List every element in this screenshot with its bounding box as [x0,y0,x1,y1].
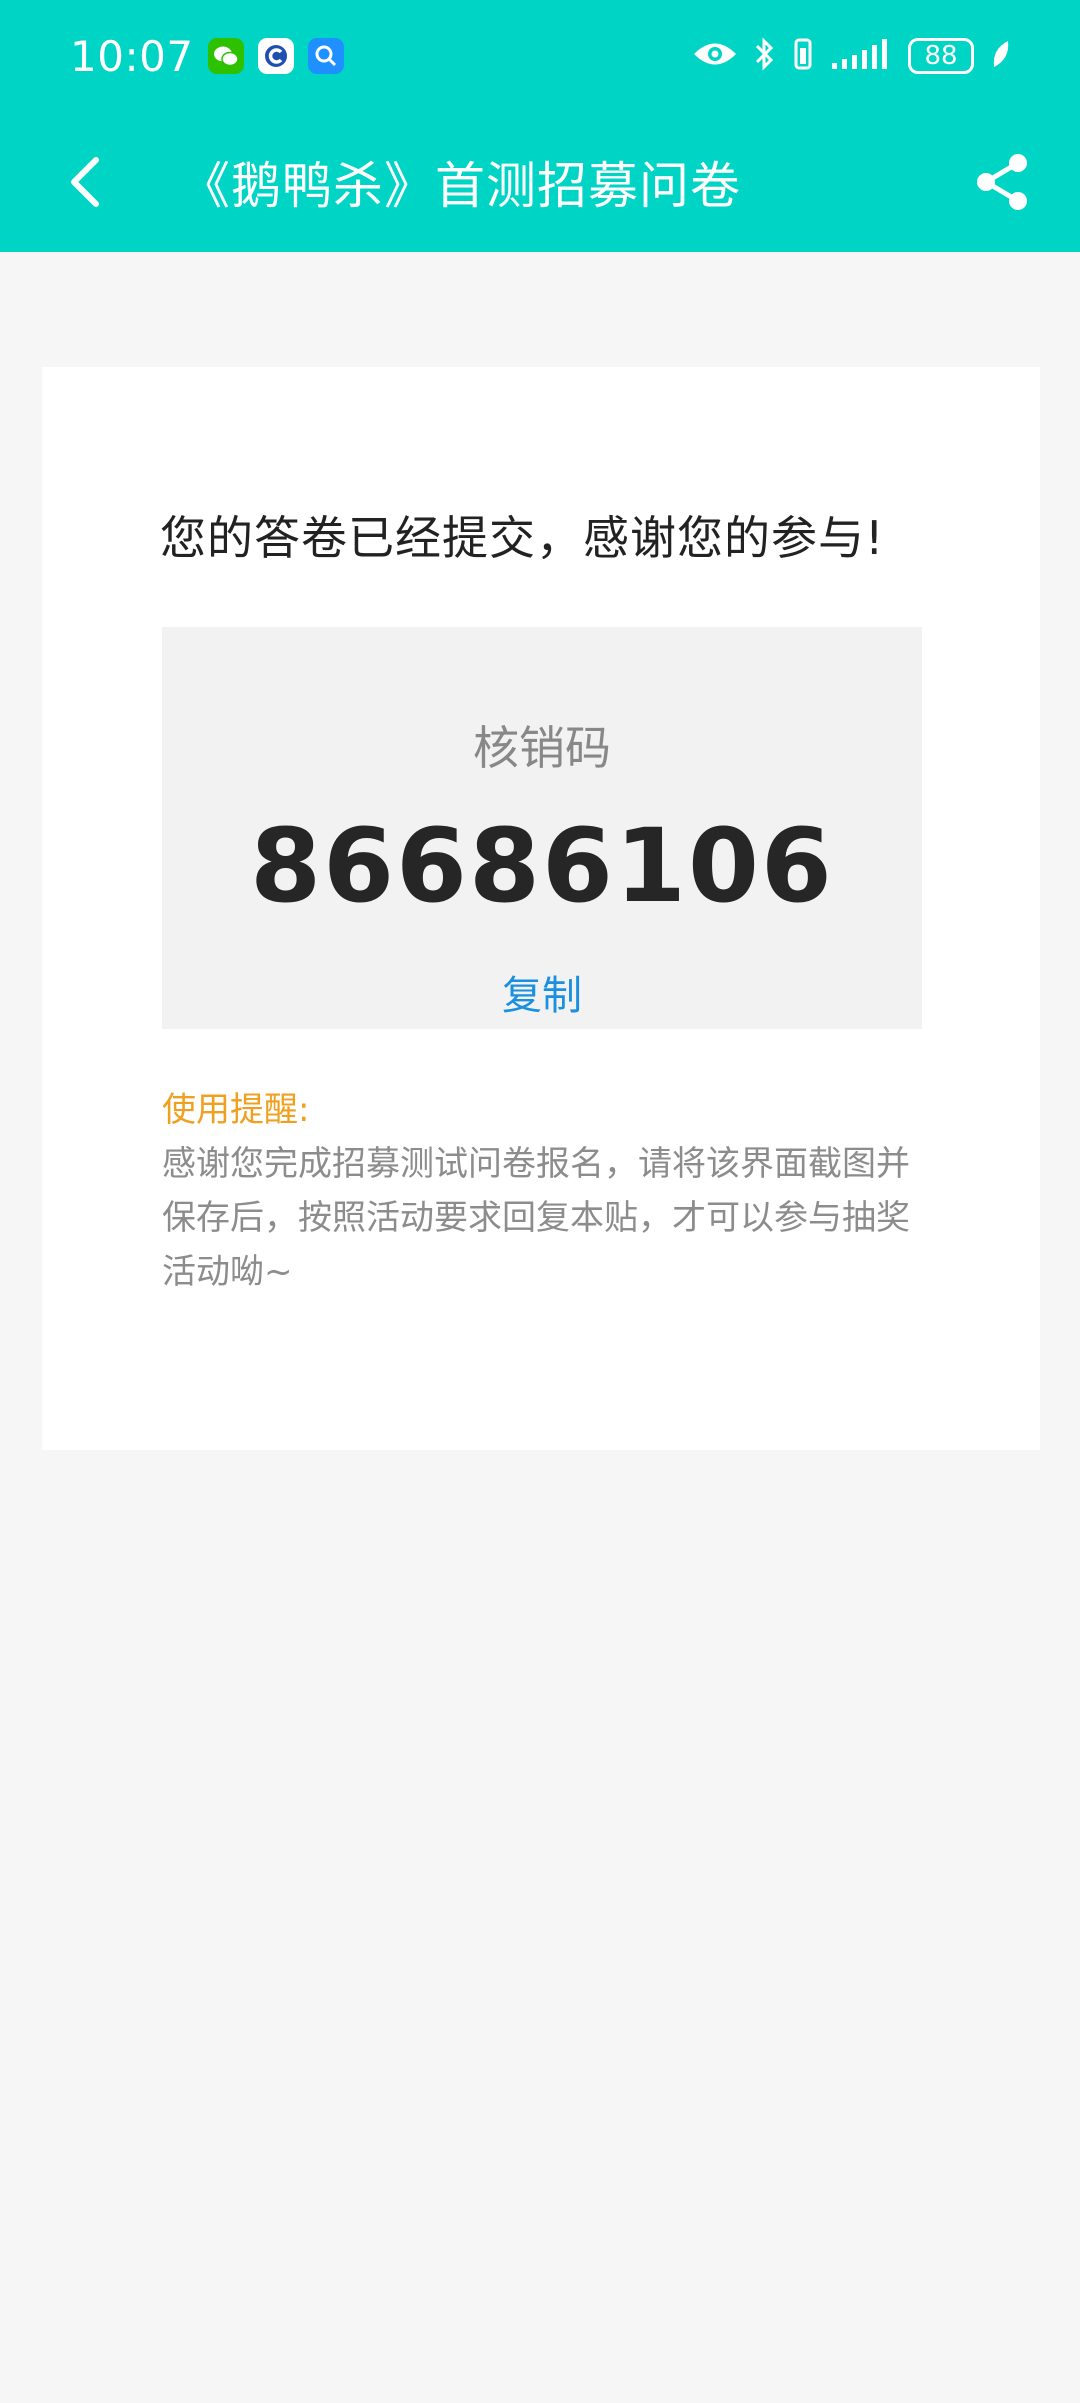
battery-level: 88 [924,41,958,71]
tip-title: 使用提醒: [162,1090,310,1130]
status-time: 10:07 [70,31,194,81]
chevron-left-icon [71,157,99,207]
battery-icon: 88 [908,38,974,74]
status-bar: 10:07 88 [0,0,1080,112]
redeem-code-value: 86686106 [250,807,834,926]
share-icon [977,154,1027,210]
eye-icon [692,39,738,73]
vibrate-icon [792,36,814,76]
back-button[interactable] [48,144,124,220]
bluetooth-icon [754,36,776,76]
share-button[interactable] [964,144,1040,220]
redeem-code-box: 核销码 86686106 复制 [162,627,922,1029]
signal-icon [830,37,892,75]
page-title: 《鹅鸭杀》首测招募问卷 [180,157,741,215]
result-card: 您的答卷已经提交，感谢您的参与! 核销码 86686106 复制 使用提醒: 感… [42,367,1040,1450]
status-left: 10:07 [70,32,344,81]
status-right: 88 [692,36,1010,76]
search-app-icon [307,38,344,74]
top-bar: 10:07 88 《鹅鸭杀》首测招募问卷 [0,0,1080,252]
wechat-icon [207,38,244,74]
submit-success-message: 您的答卷已经提交，感谢您的参与! [160,511,885,565]
title-bar: 《鹅鸭杀》首测招募问卷 [0,112,1080,252]
leaf-icon [990,39,1010,73]
copy-button[interactable]: 复制 [462,962,622,1022]
browser-icon [257,38,294,74]
redeem-code-label: 核销码 [473,721,611,775]
tip-text: 感谢您完成招募测试问卷报名，请将该界面截图并保存后，按照活动要求回复本贴，才可以… [162,1144,910,1292]
